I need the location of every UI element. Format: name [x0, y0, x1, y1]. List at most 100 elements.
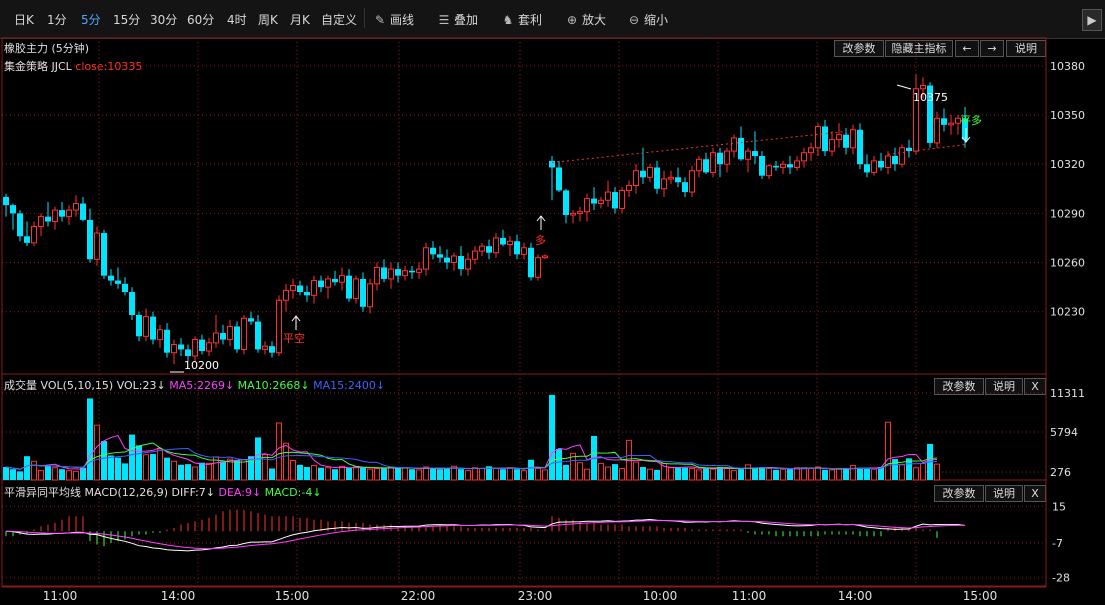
candle-body: [213, 332, 219, 344]
volume-bar: [556, 448, 562, 480]
volume-bar: [619, 467, 625, 481]
volume-bar: [647, 468, 653, 481]
candle-body: [276, 299, 282, 354]
candle-body: [535, 257, 541, 278]
volume-bar: [311, 465, 317, 481]
candlestick: [444, 249, 450, 270]
volume-bar: [696, 469, 702, 481]
candlestick: [682, 177, 688, 197]
candlestick: [822, 119, 828, 156]
candlestick: [703, 152, 709, 175]
candle-body: [836, 134, 842, 141]
volume-bar: [633, 461, 639, 481]
candle-body: [17, 213, 23, 237]
candle-body: [87, 219, 93, 260]
candle-body: [444, 257, 450, 263]
candle-body: [52, 209, 58, 223]
volume-bar: [577, 462, 583, 481]
candlestick: [262, 341, 268, 355]
candle-body: [10, 205, 16, 214]
candlestick: [346, 269, 352, 302]
candle-body: [542, 255, 548, 259]
time-tick-label: 22:00: [401, 589, 436, 603]
signal-close-long-label: 平多: [960, 113, 982, 127]
candlestick: [136, 311, 142, 342]
candlestick: [108, 269, 114, 286]
volume-bar: [850, 465, 856, 481]
candlestick: [717, 147, 723, 178]
price-tick-label: 10320: [1050, 158, 1085, 171]
volume-bar: [283, 442, 289, 481]
macd-tick-label: 15: [1052, 500, 1066, 513]
volume-bar: [388, 466, 394, 481]
candlestick-chart[interactable]: 10380 10350 10320 10290 10260 10230 11311 5794 2…: [0, 0, 1105, 605]
candle-body: [409, 270, 415, 273]
candle-body: [829, 139, 835, 152]
volume-bar: [829, 469, 835, 481]
volume-bar: [269, 468, 275, 480]
candle-body: [647, 166, 653, 178]
candle-body: [346, 275, 352, 299]
candle-body: [38, 216, 44, 227]
candlestick: [220, 324, 226, 345]
volume-bar: [367, 468, 373, 481]
candle-body: [136, 314, 142, 337]
candlestick: [906, 139, 912, 158]
volume-tick-label: 11311: [1050, 387, 1085, 400]
candlestick: [304, 285, 310, 302]
volume-bar: [171, 460, 177, 481]
candle-body: [773, 165, 779, 168]
volume-bar: [220, 461, 226, 480]
time-tick-label: 11:00: [43, 589, 78, 603]
volume-bar: [430, 467, 436, 480]
volume-bar: [24, 456, 30, 480]
volume-bar: [493, 467, 499, 481]
candlestick: [745, 147, 751, 173]
candlestick: [577, 206, 583, 222]
candle-body: [885, 155, 891, 168]
candlestick: [654, 160, 660, 194]
candle-body: [115, 280, 121, 284]
candle-body: [787, 164, 793, 168]
candlestick: [423, 242, 429, 276]
candle-body: [899, 147, 905, 165]
candle-body: [486, 246, 492, 253]
candle-body: [465, 258, 471, 270]
candlestick: [857, 123, 863, 170]
candlestick: [752, 131, 758, 165]
candlestick: [129, 287, 135, 320]
volume-bar: [815, 466, 821, 481]
candlestick: [332, 270, 338, 286]
candlestick: [619, 187, 625, 214]
candlestick: [10, 203, 16, 230]
high-price-label: 10375: [913, 91, 948, 104]
candle-body: [430, 247, 436, 255]
candle-body: [801, 152, 807, 162]
volume-bar: [689, 467, 695, 481]
signal-long-label: 多: [535, 233, 546, 247]
candle-body: [906, 147, 912, 152]
candle-body: [703, 159, 709, 173]
volume-bar: [73, 470, 79, 481]
candlestick: [948, 115, 954, 135]
candle-body: [388, 268, 394, 280]
candle-body: [381, 267, 387, 279]
volume-bar: [374, 467, 380, 481]
volume-bar: [402, 467, 408, 481]
candlestick: [164, 323, 170, 358]
candle-body: [633, 170, 639, 186]
candle-body: [157, 329, 163, 341]
candle-body: [843, 134, 849, 148]
candlestick: [724, 147, 730, 173]
volume-bar: [549, 394, 555, 480]
candle-body: [332, 278, 338, 283]
candlestick: [612, 187, 618, 214]
candlestick: [738, 126, 744, 161]
panel-border: [1, 479, 1047, 587]
volume-bar: [360, 467, 366, 480]
candle-body: [150, 316, 156, 340]
candlestick: [647, 164, 653, 183]
candlestick: [409, 265, 415, 279]
candle-body: [815, 125, 821, 149]
candlestick: [780, 160, 786, 175]
